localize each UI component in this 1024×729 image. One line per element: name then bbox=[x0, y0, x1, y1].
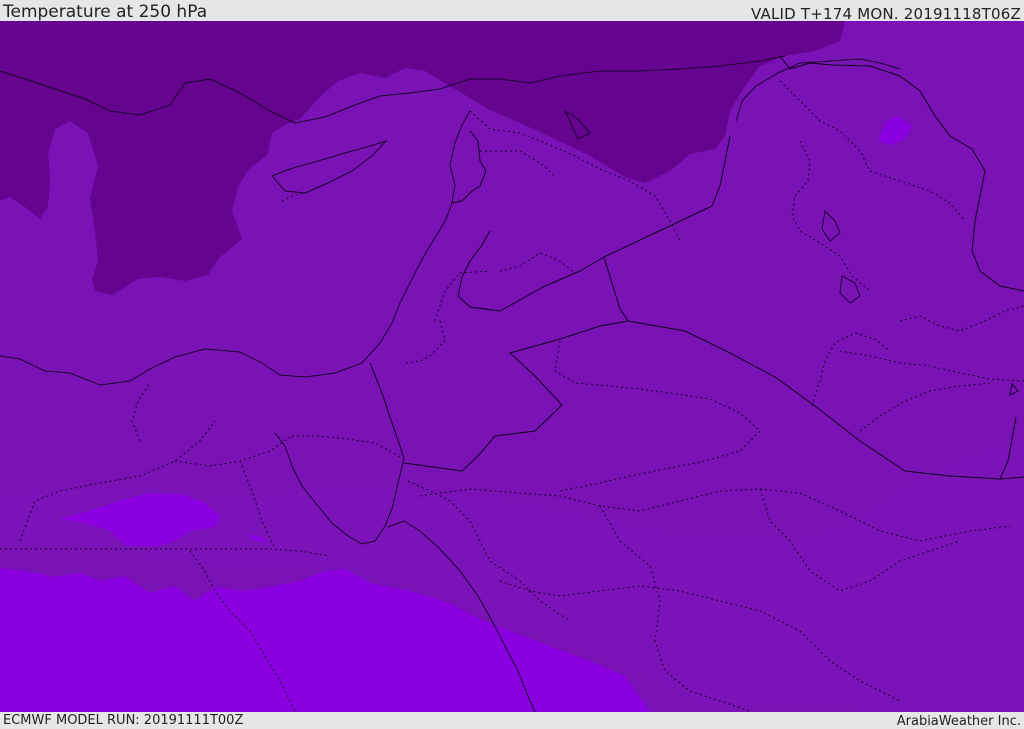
valid-time: VALID T+174 MON. 20191118T06Z bbox=[751, 5, 1021, 23]
map-title: Temperature at 250 hPa bbox=[3, 2, 208, 22]
model-run-label: ECMWF MODEL RUN: 20191111T00Z bbox=[3, 713, 244, 728]
map-footer: ECMWF MODEL RUN: 20191111T00Z ArabiaWeat… bbox=[0, 712, 1024, 729]
temperature-map[interactable] bbox=[0, 21, 1024, 712]
map-header: Temperature at 250 hPa VALID T+174 MON. … bbox=[0, 0, 1024, 23]
credit-label: ArabiaWeather Inc. bbox=[896, 714, 1021, 729]
